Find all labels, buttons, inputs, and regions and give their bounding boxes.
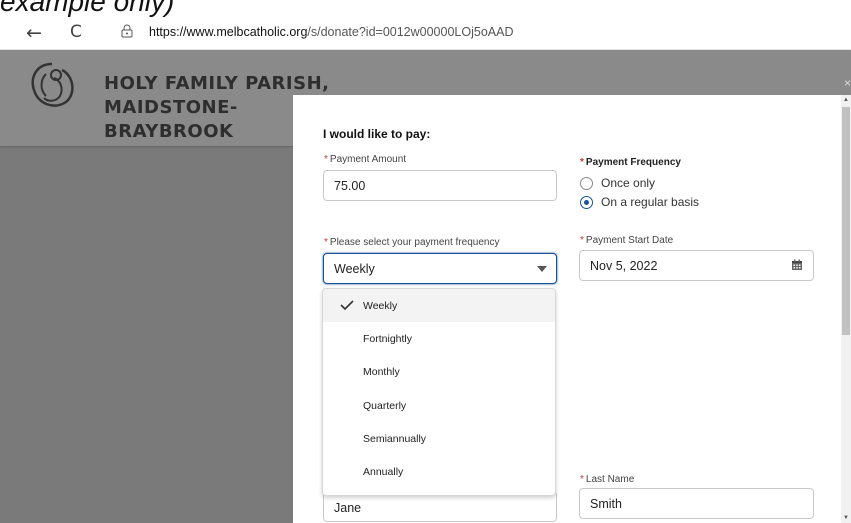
calendar-icon[interactable] (791, 259, 803, 271)
lock-icon[interactable] (121, 24, 133, 38)
radio-once-only-label: Once only (601, 176, 656, 190)
radio-regular-basis-label: On a regular basis (601, 195, 700, 209)
start-date-label: * Payment Start Date (580, 235, 673, 246)
dropdown-option-label: Annually (363, 466, 404, 479)
reload-icon[interactable]: C (70, 22, 82, 42)
chevron-down-icon[interactable] (537, 266, 547, 272)
dropdown-option-label: Quarterly (363, 399, 407, 412)
dropdown-option-quarterly[interactable]: Quarterly (323, 389, 555, 422)
scroll-down-icon[interactable]: ▼ (841, 515, 851, 521)
start-date-input[interactable]: Nov 5, 2022 (579, 250, 814, 281)
scroll-up-icon[interactable]: ▲ (841, 97, 851, 103)
payment-amount-label-text: Payment Amount (329, 154, 407, 165)
url-host: https://www.melbcatholic.org (149, 25, 308, 39)
last-name-input[interactable]: Smith (579, 488, 814, 519)
modal-scrollbar[interactable]: ▲ ▼ (841, 95, 851, 523)
dropdown-option-weekly[interactable]: Weekly (323, 289, 555, 323)
close-icon[interactable]: × (844, 76, 851, 90)
required-marker: * (580, 474, 584, 485)
radio-once-only-control[interactable] (580, 176, 593, 190)
select-frequency-label: * Please select your payment frequency (324, 237, 499, 248)
checkmark-icon (340, 300, 354, 310)
required-marker: * (324, 237, 328, 248)
required-marker: * (580, 157, 584, 168)
start-date-label-text: Payment Start Date (585, 235, 674, 246)
dropdown-option-label: Monthly (363, 366, 400, 379)
last-name-label-text: Last Name (585, 474, 635, 485)
last-name-label: * Last Name (580, 474, 634, 485)
scroll-thumb[interactable] (842, 107, 850, 335)
browser-toolbar: ← C https://www.melbcatholic.org/s/donat… (0, 18, 851, 50)
required-marker: * (324, 154, 328, 165)
dropdown-option-monthly[interactable]: Monthly (323, 356, 555, 389)
frequency-select-value: Weekly (334, 262, 375, 276)
address-bar[interactable]: https://www.melbcatholic.org/s/donate?id… (149, 25, 513, 39)
payment-amount-label: * Payment Amount (324, 154, 406, 165)
frequency-dropdown-menu: Weekly Fortnightly Monthly Quarterly Sem… (322, 288, 556, 496)
radio-once-only[interactable]: Once only (580, 176, 655, 190)
payment-amount-input[interactable]: 75.00 (323, 170, 557, 201)
radio-regular-basis[interactable]: On a regular basis (580, 195, 699, 209)
donation-modal: I would like to pay: * Payment Amount 75.… (293, 95, 851, 523)
dropdown-option-label: Semiannually (363, 432, 427, 445)
frequency-select[interactable]: Weekly (323, 253, 557, 284)
dropdown-option-semiannually[interactable]: Semiannually (323, 422, 555, 455)
url-path: /s/donate?id=0012w00000LOj5oAAD (307, 25, 514, 39)
dropdown-option-fortnightly[interactable]: Fortnightly (323, 322, 555, 355)
required-marker: * (580, 235, 584, 246)
start-date-value: Nov 5, 2022 (590, 259, 658, 273)
page-overlay: HOLY FAMILY PARISH, MAIDSTONE-BRAYBROOK … (0, 50, 851, 523)
section-title: I would like to pay: (323, 127, 431, 141)
payment-frequency-label: * Payment Frequency (580, 157, 681, 168)
select-frequency-label-text: Please select your payment frequency (329, 237, 500, 248)
dropdown-option-label: Weekly (363, 299, 398, 312)
back-arrow-icon[interactable]: ← (26, 22, 42, 44)
dropdown-option-annually[interactable]: Annually (323, 455, 555, 488)
payment-frequency-label-text: Payment Frequency (585, 157, 681, 168)
caption-text: example only) (0, 0, 175, 17)
parish-logo-icon (31, 62, 74, 107)
dropdown-option-label: Fortnightly (363, 332, 413, 345)
radio-regular-basis-control[interactable] (580, 195, 593, 209)
